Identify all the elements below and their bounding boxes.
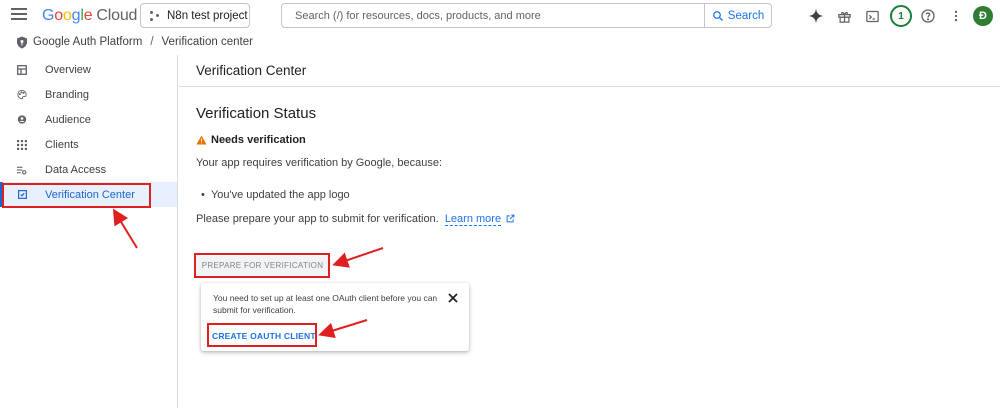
palette-icon xyxy=(17,89,27,100)
annotation-box-sidebar xyxy=(2,183,151,208)
list-item: • You've updated the app logo xyxy=(201,189,350,201)
search-button-label: Search xyxy=(727,9,765,22)
sidebar-item-data-access[interactable]: Data Access xyxy=(0,157,177,182)
warning-row: Needs verification xyxy=(196,134,306,146)
hamburger-menu-icon[interactable] xyxy=(11,8,27,22)
bullet-dot: • xyxy=(201,189,211,201)
breadcrumb: Google Auth Platform / Verification cent… xyxy=(16,34,253,50)
project-icon xyxy=(150,10,160,21)
search-bar: Search xyxy=(281,3,772,28)
dashboard-icon xyxy=(17,64,27,75)
google-cloud-logo[interactable]: Google Cloud xyxy=(42,7,137,25)
requirement-text: Your app requires verification by Google… xyxy=(196,157,443,169)
shield-icon xyxy=(17,36,27,48)
logo-google-text: Google xyxy=(42,7,93,24)
learn-more-label: Learn more xyxy=(444,213,502,225)
close-icon[interactable] xyxy=(447,292,459,304)
search-button[interactable]: Search xyxy=(704,4,771,27)
learn-more-link[interactable]: Learn more xyxy=(444,213,502,226)
tooltip-text: You need to set up at least one OAuth cl… xyxy=(213,293,438,315)
open-in-new-icon[interactable] xyxy=(506,214,515,223)
sidebar-item-overview[interactable]: Overview xyxy=(0,57,177,82)
annotation-box-prepare xyxy=(194,253,330,278)
sidebar-item-audience[interactable]: Audience xyxy=(0,107,177,132)
logo-cloud-text: Cloud xyxy=(96,7,138,24)
more-vert-icon[interactable] xyxy=(946,6,966,26)
sidebar-item-label: Overview xyxy=(45,63,91,76)
warning-icon xyxy=(196,135,207,145)
search-input[interactable] xyxy=(282,4,704,27)
gift-icon[interactable] xyxy=(834,6,854,26)
breadcrumb-separator: / xyxy=(150,36,154,48)
project-name: N8n test project xyxy=(167,9,248,22)
arrow-prepare xyxy=(332,247,384,268)
top-bar: GoogleCloud N8n test project Search 1 Đ xyxy=(0,0,1000,32)
gemini-sparkle-icon[interactable] xyxy=(806,6,826,26)
sidebar-item-clients[interactable]: Clients xyxy=(0,132,177,157)
page-title: Verification Center xyxy=(196,63,307,78)
search-icon xyxy=(712,10,723,21)
content-header: Verification Center xyxy=(179,55,1000,87)
breadcrumb-current: Verification center xyxy=(161,36,253,48)
sidebar-item-label: Branding xyxy=(45,88,90,101)
project-picker-button[interactable]: N8n test project xyxy=(140,3,250,28)
sidebar-item-label: Data Access xyxy=(45,163,107,176)
data-access-icon xyxy=(17,165,27,175)
person-icon xyxy=(17,115,27,125)
grid-icon xyxy=(17,139,27,150)
sidebar-nav: Overview Branding Audience Clients Data … xyxy=(0,55,178,408)
help-icon[interactable] xyxy=(918,6,938,26)
cloud-shell-terminal-icon[interactable] xyxy=(862,6,882,26)
verification-status-title: Verification Status xyxy=(196,105,317,122)
prepare-text-row: Please prepare your app to submit for ve… xyxy=(196,213,515,226)
sidebar-item-label: Audience xyxy=(45,113,91,126)
breadcrumb-root-link[interactable]: Google Auth Platform xyxy=(33,36,142,48)
annotation-box-create-client xyxy=(207,323,317,347)
prepare-text: Please prepare your app to submit for ve… xyxy=(196,213,439,225)
sidebar-item-branding[interactable]: Branding xyxy=(0,82,177,107)
avatar[interactable]: Đ xyxy=(973,6,993,26)
sidebar-item-label: Clients xyxy=(45,138,79,151)
needs-verification-label: Needs verification xyxy=(211,134,306,146)
notifications-badge[interactable]: 1 xyxy=(890,5,912,27)
reason-text: You've updated the app logo xyxy=(210,189,350,201)
